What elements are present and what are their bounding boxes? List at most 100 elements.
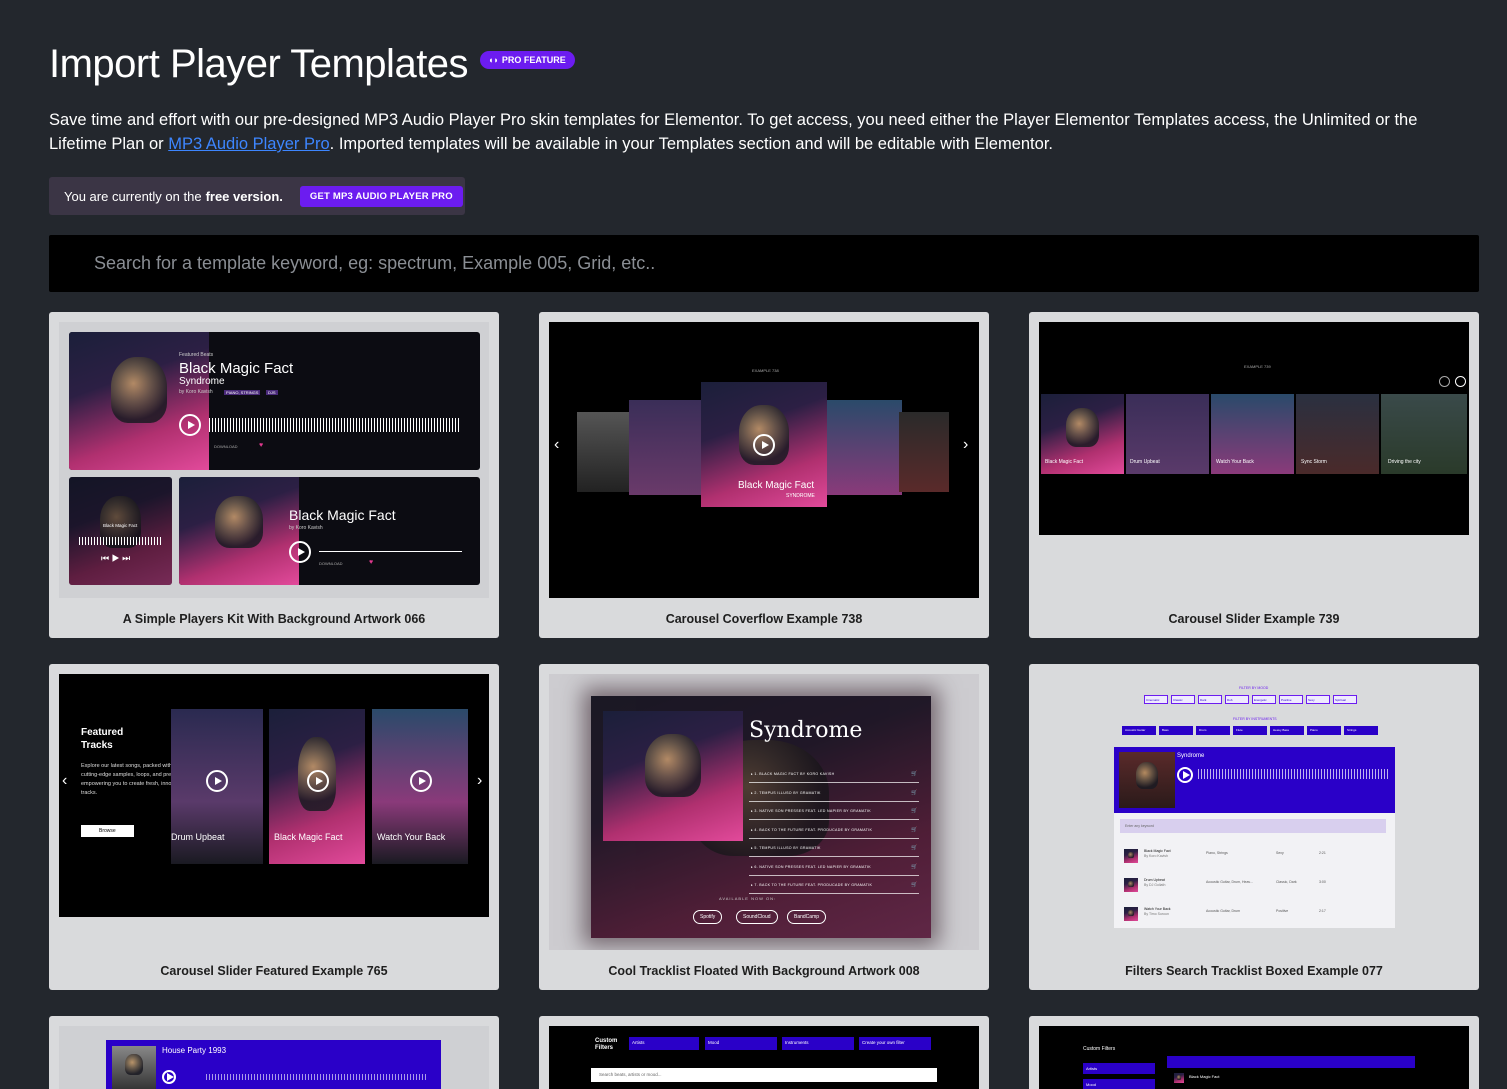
store-button: SoundCloud: [736, 910, 778, 924]
row-cell: Watch Your Back: [1144, 907, 1171, 911]
row-cell: Classic, Dark: [1276, 880, 1297, 884]
tracklist-panel: Syndrome ▸ 1. BLACK MAGIC FACT BY KORO K…: [591, 696, 931, 938]
track-row: ▸ 7. BACK TO THE FUTURE FEAT. PRODUCADE …: [751, 883, 873, 887]
description-text-2: . Imported templates will be available i…: [329, 135, 1053, 153]
filter-dropdown: Instruments: [782, 1037, 854, 1050]
pro-feature-badge: ◖◗ PRO FEATURE: [480, 51, 575, 69]
filter-search-input: Enter any keyword: [1120, 819, 1386, 833]
template-card[interactable]: Featured Beats Black Magic Fact Syndrome…: [49, 312, 499, 638]
row-cell: Sexy: [1276, 851, 1284, 855]
instrument-chip: Drum: [1196, 726, 1230, 735]
headphones-icon: ◖◗: [488, 55, 499, 65]
template-preview: FILTER BY MOOD Cinematic Classic Dark Dub En…: [1039, 674, 1469, 950]
mood-chip: Sexy: [1306, 695, 1330, 704]
carousel-dot[interactable]: [1439, 376, 1450, 387]
track-divider: [749, 800, 919, 802]
tracklist-box: Enter any keyword Black Magic Fact By Kor…: [1114, 813, 1395, 928]
card-title: Filters Search Tracklist Boxed Example 0…: [1125, 964, 1383, 978]
mood-chip: Energetic: [1252, 695, 1276, 704]
track-divider: [749, 856, 919, 857]
row-cell: By DJ Goliath: [1144, 883, 1166, 887]
cart-icon: 🛒: [911, 845, 918, 851]
cart-icon: 🛒: [911, 771, 918, 777]
preview-download: DOWNLOAD: [214, 444, 238, 449]
track-divider: [749, 819, 919, 820]
mood-chip: Spiritual: [1333, 695, 1357, 704]
wide-download: DOWNLOAD: [319, 561, 343, 566]
template-preview: House Party 1993: [59, 1026, 489, 1089]
slide-title: Sync Storm: [1301, 459, 1327, 465]
page-title: Import Player Templates: [49, 41, 469, 86]
wide-artist: by Koro Kavish: [289, 525, 323, 531]
filter-dropdown: Create your own filter: [859, 1037, 931, 1050]
preview-title: Black Magic Fact: [179, 360, 294, 377]
slide-title: Drum Upbeat: [1130, 459, 1160, 465]
chevron-right-icon[interactable]: ›: [963, 436, 968, 454]
track-row: ▸ 5. TEMPUS ILLUSO BY GRAMATIK: [751, 846, 821, 850]
track-row: ▸ 3. NATIVE SON PRESSES FEAT. LED NAPIER…: [751, 809, 871, 813]
template-preview: Custom Filters Artists Mood Black Magic …: [1039, 1026, 1469, 1089]
row-cell: Drum Upbeat: [1144, 878, 1165, 882]
chevron-right-icon[interactable]: ›: [477, 772, 482, 790]
row-cell: Positive: [1276, 909, 1289, 913]
pro-link[interactable]: MP3 Audio Player Pro: [168, 135, 329, 153]
search-input[interactable]: [94, 253, 1479, 274]
slide-title: Black Magic Fact: [1045, 459, 1084, 465]
mood-chip: Classic: [1171, 695, 1195, 704]
notice-text: You are currently on the: [64, 188, 202, 204]
template-preview: EXAMPLE 739 Black Magic Fact Drum Upbeat…: [1039, 322, 1469, 535]
store-button: Spotify: [693, 910, 723, 924]
preview-browse-button: Browse: [81, 825, 134, 837]
track-divider: [749, 893, 919, 894]
template-card[interactable]: Featured Tracks Explore our latest songs…: [49, 664, 499, 990]
track-divider: [749, 782, 919, 783]
template-card[interactable]: FILTER BY MOOD Cinematic Classic Dark Dub En…: [1029, 664, 1479, 990]
player-preview: Featured Beats Black Magic Fact Syndrome…: [69, 332, 480, 470]
preview-heading: Custom Filters: [595, 1038, 618, 1051]
wide-player-preview: Black Magic Fact by Koro Kavish DOWNLOAD…: [179, 477, 480, 585]
title-row: Import Player Templates ◖◗ PRO FEATURE: [49, 0, 1479, 86]
play-icon: [753, 434, 775, 456]
template-card[interactable]: EXAMPLE 739 Black Magic Fact Drum Upbeat…: [1029, 312, 1479, 638]
preview-eyebrow: Featured Beats: [179, 352, 214, 358]
play-icon: [410, 770, 432, 792]
template-preview: Featured Beats Black Magic Fact Syndrome…: [59, 322, 489, 598]
template-preview: EXAMPLE 738 Black Magic Fact SYNDROME ‹ …: [549, 322, 979, 598]
chevron-left-icon[interactable]: ‹: [62, 772, 67, 790]
preview-subtitle: Syndrome: [179, 376, 225, 387]
card-title: Carousel Coverflow Example 738: [665, 612, 863, 626]
template-card[interactable]: EXAMPLE 738 Black Magic Fact SYNDROME ‹ …: [539, 312, 989, 638]
template-card[interactable]: Syndrome ▸ 1. BLACK MAGIC FACT BY KORO K…: [539, 664, 989, 990]
pro-feature-label: PRO FEATURE: [501, 55, 566, 65]
wide-title: Black Magic Fact: [289, 507, 396, 523]
mini-title: Black Magic Fact: [103, 523, 138, 528]
row-artwork: [1124, 849, 1138, 863]
row-cell: Acoustic Guitar, Drum: [1206, 909, 1241, 913]
filter-player: Syndrome: [1114, 747, 1395, 813]
play-icon: [162, 1070, 176, 1084]
template-card[interactable]: House Party 1993: [49, 1016, 499, 1089]
get-pro-button[interactable]: GET MP3 AUDIO PLAYER PRO: [299, 185, 463, 207]
filter-dropdown: Artists: [629, 1037, 699, 1050]
chevron-left-icon[interactable]: ‹: [554, 436, 559, 454]
preview-tag: PIANO, STRINGS: [224, 390, 261, 395]
template-card[interactable]: Custom Filters Artists Mood Black Magic …: [1029, 1016, 1479, 1089]
row-artwork: [1124, 878, 1138, 892]
row-artwork: [1124, 907, 1138, 921]
card-title: Carousel Slider Example 739: [1168, 612, 1340, 626]
template-preview: Custom Filters Artists Mood Instruments …: [549, 1026, 979, 1089]
track-row: ▸ 4. BACK TO THE FUTURE FEAT. PRODUCADE …: [751, 827, 873, 832]
preview-heading: EXAMPLE 739: [1244, 364, 1271, 369]
filter-dropdown: Mood: [705, 1037, 777, 1050]
instrument-chip: Acoustic Guitar: [1122, 726, 1156, 735]
player-preview: House Party 1993: [106, 1040, 441, 1089]
instrument-chip: Strings: [1344, 726, 1378, 735]
slide-title: Drum Upbeat: [171, 832, 225, 842]
row-cell: 3:00: [1319, 880, 1326, 884]
row-cell: 2:21: [1319, 851, 1326, 855]
preview-artist: by Koro Kavish: [179, 389, 213, 395]
carousel-dot[interactable]: [1455, 376, 1466, 387]
notice-bold: free version.: [205, 188, 283, 204]
player-title: Syndrome: [1177, 753, 1205, 759]
template-card[interactable]: Custom Filters Artists Mood Instruments …: [539, 1016, 989, 1089]
